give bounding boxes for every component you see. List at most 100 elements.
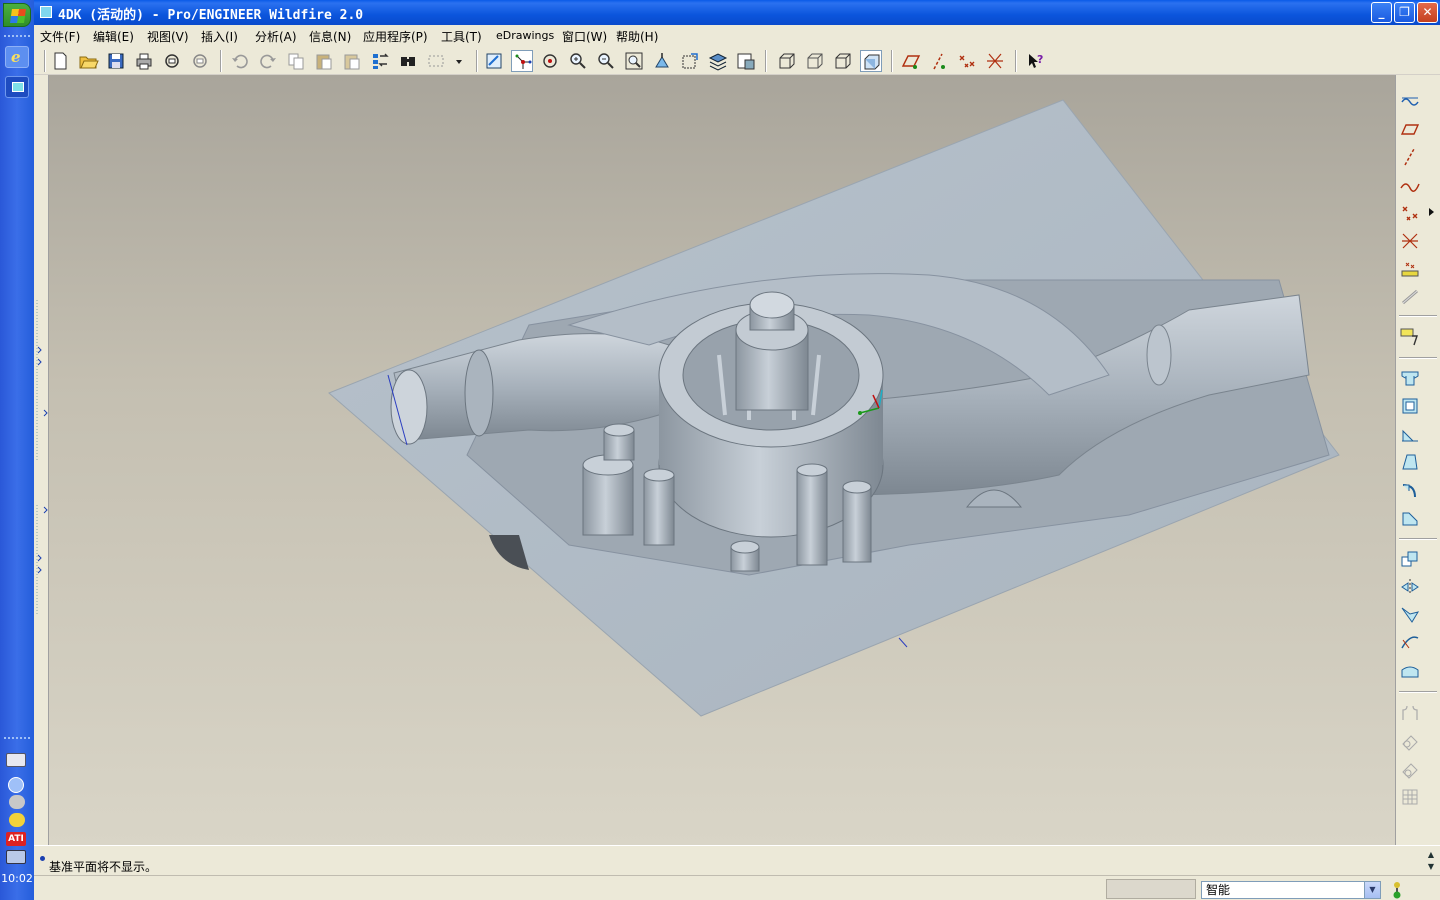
model-tree-collapsed-strip[interactable]	[34, 75, 49, 845]
whats-this-icon[interactable]: ?	[1024, 50, 1046, 72]
solidify-icon[interactable]	[1399, 758, 1421, 780]
message-scroll-up-button[interactable]: ▲	[1424, 850, 1438, 862]
main-toolbar: ?	[34, 47, 1440, 75]
selection-filter-select[interactable]: 智能 ▼	[1201, 881, 1381, 899]
shading-icon[interactable]	[860, 50, 882, 72]
menu-tools[interactable]: 工具(T)	[441, 28, 482, 45]
email-link-icon[interactable]	[189, 50, 211, 72]
qq-icon[interactable]	[9, 813, 25, 827]
redo-icon[interactable]	[257, 50, 279, 72]
orient-mode-icon[interactable]	[539, 50, 561, 72]
datum-axis-icon[interactable]	[1399, 146, 1421, 168]
menu-insert[interactable]: 插入(I)	[201, 28, 238, 45]
model-3d-view[interactable]	[49, 75, 1395, 845]
extend-icon[interactable]	[1399, 660, 1421, 682]
saved-views-icon[interactable]	[679, 50, 701, 72]
offset-point-icon[interactable]	[1399, 230, 1421, 252]
find-icon[interactable]	[397, 50, 419, 72]
menu-view[interactable]: 视图(V)	[147, 28, 189, 45]
pin-5[interactable]	[842, 486, 872, 563]
toolbar-separator	[1399, 691, 1437, 693]
chevron-down-icon[interactable]: ▼	[1364, 882, 1380, 898]
datum-points-icon[interactable]	[956, 50, 978, 72]
datum-curve-icon[interactable]	[1399, 174, 1421, 196]
email-icon[interactable]	[161, 50, 183, 72]
hidden-line-icon[interactable]	[804, 50, 826, 72]
field-point-icon[interactable]	[1399, 258, 1421, 280]
app-icon[interactable]	[40, 6, 52, 18]
internet-explorer-icon[interactable]: e	[5, 46, 29, 68]
menu-edit[interactable]: 编辑(E)	[93, 28, 134, 45]
view-manager-icon[interactable]	[735, 50, 757, 72]
taskbar-window-button[interactable]	[5, 76, 29, 98]
message-scroll-down-button[interactable]: ▼	[1424, 862, 1438, 874]
keyboard-icon[interactable]	[6, 753, 26, 767]
menu-applications[interactable]: 应用程序(P)	[363, 28, 428, 45]
flyout-arrow-icon[interactable]	[1429, 208, 1434, 216]
datum-axes-icon[interactable]	[928, 50, 950, 72]
message-area: 基准平面将不显示。 ▲ ▼	[34, 845, 1440, 875]
merge-icon[interactable]	[1399, 604, 1421, 626]
draft-icon[interactable]	[1399, 451, 1421, 473]
datum-axis-bottom[interactable]	[898, 637, 908, 648]
spin-center-icon[interactable]	[511, 50, 533, 72]
network-icon[interactable]	[6, 850, 26, 864]
save-icon[interactable]	[105, 50, 127, 72]
menu-help[interactable]: 帮助(H)	[616, 28, 658, 45]
ati-icon[interactable]: ATI	[6, 832, 26, 846]
thicken-icon[interactable]	[1399, 730, 1421, 752]
datum-point-icon[interactable]	[1399, 202, 1421, 224]
datum-planes-icon[interactable]	[900, 50, 922, 72]
menu-info[interactable]: 信息(N)	[309, 28, 351, 45]
paste-special-icon[interactable]	[341, 50, 363, 72]
open-icon[interactable]	[77, 50, 99, 72]
wireframe-icon[interactable]	[776, 50, 798, 72]
offset-icon[interactable]	[1399, 702, 1421, 724]
refit-icon[interactable]	[623, 50, 645, 72]
start-button[interactable]	[3, 3, 31, 27]
select-box-icon[interactable]	[425, 50, 447, 72]
copy-icon[interactable]	[285, 50, 307, 72]
annotation-icon[interactable]	[1399, 326, 1421, 348]
menu-window[interactable]: 窗口(W)	[562, 28, 607, 45]
no-hidden-icon[interactable]	[832, 50, 854, 72]
maximize-button[interactable]: ❐	[1394, 2, 1415, 23]
zoom-out-icon[interactable]	[595, 50, 617, 72]
paste-icon[interactable]	[313, 50, 335, 72]
graphics-viewport[interactable]	[49, 75, 1395, 845]
undo-icon[interactable]	[229, 50, 251, 72]
audio-icon[interactable]	[9, 795, 25, 809]
message-bullet-icon	[40, 856, 45, 861]
print-icon[interactable]	[133, 50, 155, 72]
pin-4[interactable]	[796, 469, 828, 566]
pattern-icon[interactable]	[1399, 786, 1421, 808]
reorient-icon[interactable]	[651, 50, 673, 72]
tray-expand-icon[interactable]	[8, 777, 24, 793]
round-icon[interactable]	[1399, 479, 1421, 501]
pin-2[interactable]	[643, 474, 675, 546]
copy-feature-icon[interactable]	[1399, 548, 1421, 570]
new-icon[interactable]	[49, 50, 71, 72]
select-dropdown-icon[interactable]	[448, 50, 462, 72]
zoom-in-icon[interactable]	[567, 50, 589, 72]
traffic-light-icon[interactable]	[1390, 881, 1404, 899]
coordinate-systems-icon[interactable]	[984, 50, 1006, 72]
close-button[interactable]: ✕	[1417, 2, 1438, 23]
analysis-icon[interactable]	[1399, 286, 1421, 308]
layers-icon[interactable]	[707, 50, 729, 72]
taskbar-clock[interactable]: 10:02	[0, 872, 34, 885]
menu-file[interactable]: 文件(F)	[40, 28, 80, 45]
menu-analysis[interactable]: 分析(A)	[255, 28, 297, 45]
regenerate-icon[interactable]	[369, 50, 391, 72]
shell-icon[interactable]	[1399, 395, 1421, 417]
trim-icon[interactable]	[1399, 632, 1421, 654]
menu-edrawings[interactable]: eDrawings	[496, 29, 554, 42]
datum-plane-icon[interactable]	[1399, 118, 1421, 140]
mirror-icon[interactable]	[1399, 576, 1421, 598]
minimize-button[interactable]: _	[1371, 2, 1392, 23]
sketched-curve-icon[interactable]	[1399, 90, 1421, 112]
chamfer-icon[interactable]	[1399, 507, 1421, 529]
rib-icon[interactable]	[1399, 423, 1421, 445]
repaint-icon[interactable]	[483, 50, 505, 72]
hole-icon[interactable]	[1399, 367, 1421, 389]
